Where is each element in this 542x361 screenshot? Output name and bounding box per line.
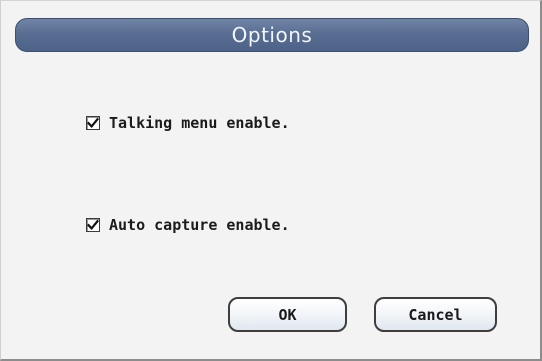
checkmark-icon bbox=[87, 219, 99, 231]
talking-menu-checkbox[interactable] bbox=[86, 116, 100, 130]
checkmark-icon bbox=[87, 117, 99, 129]
talking-menu-label: Talking menu enable. bbox=[109, 114, 290, 132]
options-dialog: Options Talking menu enable. Auto captur… bbox=[0, 0, 542, 361]
auto-capture-option[interactable]: Auto capture enable. bbox=[86, 214, 290, 236]
auto-capture-checkbox[interactable] bbox=[86, 218, 100, 232]
ok-button[interactable]: OK bbox=[228, 297, 347, 332]
dialog-title: Options bbox=[231, 23, 313, 47]
auto-capture-label: Auto capture enable. bbox=[109, 216, 290, 234]
cancel-button[interactable]: Cancel bbox=[374, 297, 497, 332]
talking-menu-option[interactable]: Talking menu enable. bbox=[86, 112, 290, 134]
dialog-title-bar: Options bbox=[15, 18, 529, 52]
